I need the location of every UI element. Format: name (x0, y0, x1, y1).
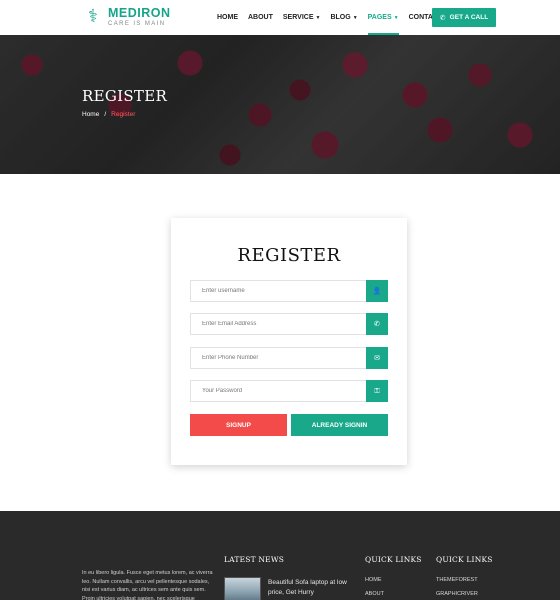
logo[interactable]: ⚕ MEDIRON CARE IS MAIN (82, 6, 171, 28)
password-field: ⚿ (190, 380, 388, 402)
user-icon: 👤 (366, 280, 388, 302)
phone-input[interactable] (191, 348, 366, 368)
breadcrumb-home-link[interactable]: Home (82, 111, 99, 118)
footer-link-graphicriver[interactable]: GRAPHICRIVER (436, 591, 478, 597)
latest-news-heading: LATEST NEWS (224, 555, 285, 564)
page-banner: REGISTER Home / Register (0, 35, 560, 174)
caret-down-icon: ▼ (315, 15, 321, 21)
quick-links-heading-2: QUICK LINKS (436, 555, 493, 564)
email-input[interactable] (191, 314, 366, 334)
username-field: 👤 (190, 280, 388, 302)
caduceus-icon: ⚕ (88, 6, 98, 27)
breadcrumb-separator: / (104, 111, 107, 118)
logo-tagline: CARE IS MAIN (108, 20, 166, 27)
nav-item-service[interactable]: SERVICE ▼ (283, 0, 321, 35)
logo-name: MEDIRON (108, 5, 171, 20)
news-thumbnail[interactable] (224, 577, 261, 600)
phone-icon: ✆ (439, 13, 446, 22)
breadcrumb: Home / Register (82, 111, 135, 118)
footer-link-home[interactable]: HOME (365, 577, 382, 583)
form-title: REGISTER (237, 245, 341, 266)
breadcrumb-current: Register (111, 111, 136, 118)
footer-about-text: In eu libero ligula. Fusce eget metus lo… (82, 570, 213, 600)
nav-item-about[interactable]: ABOUT (248, 0, 273, 35)
signup-button[interactable]: SIGNUP (190, 414, 287, 436)
get-a-call-button[interactable]: ✆ GET A CALL (432, 8, 496, 27)
nav-item-home[interactable]: HOME (217, 0, 238, 35)
username-input[interactable] (191, 281, 366, 301)
password-input[interactable] (191, 381, 366, 401)
phone-handset-icon: ✆ (366, 313, 388, 335)
get-a-call-label: GET A CALL (449, 14, 489, 21)
page-title: REGISTER (82, 87, 168, 105)
email-field: ✆ (190, 313, 388, 335)
nav-item-pages[interactable]: PAGES ▼ (367, 0, 399, 35)
site-header: ⚕ MEDIRON CARE IS MAIN HOME ABOUT SERVIC… (0, 0, 560, 35)
key-icon: ⚿ (366, 380, 388, 402)
caret-down-icon: ▼ (393, 15, 399, 21)
envelope-icon: ✉ (366, 347, 388, 369)
footer-link-about[interactable]: ABOUT (365, 591, 384, 597)
quick-links-heading: QUICK LINKS (365, 555, 422, 564)
already-signin-button[interactable]: ALREADY SIGNIN (291, 414, 388, 436)
phone-field: ✉ (190, 347, 388, 369)
nav-item-blog[interactable]: BLOG ▼ (330, 0, 357, 35)
register-form-card: REGISTER 👤 ✆ ✉ ⚿ SIGNUP ALREADY SIGNIN (171, 218, 407, 465)
news-title-link[interactable]: Beautiful Sofa laptop at low price, Get … (268, 578, 353, 597)
footer-link-themeforest[interactable]: THEMEFOREST (436, 577, 478, 583)
main-nav: HOME ABOUT SERVICE ▼ BLOG ▼ PAGES ▼ CONTACT (217, 0, 452, 35)
site-footer: In eu libero ligula. Fusce eget metus lo… (0, 511, 560, 600)
caret-down-icon: ▼ (352, 15, 358, 21)
